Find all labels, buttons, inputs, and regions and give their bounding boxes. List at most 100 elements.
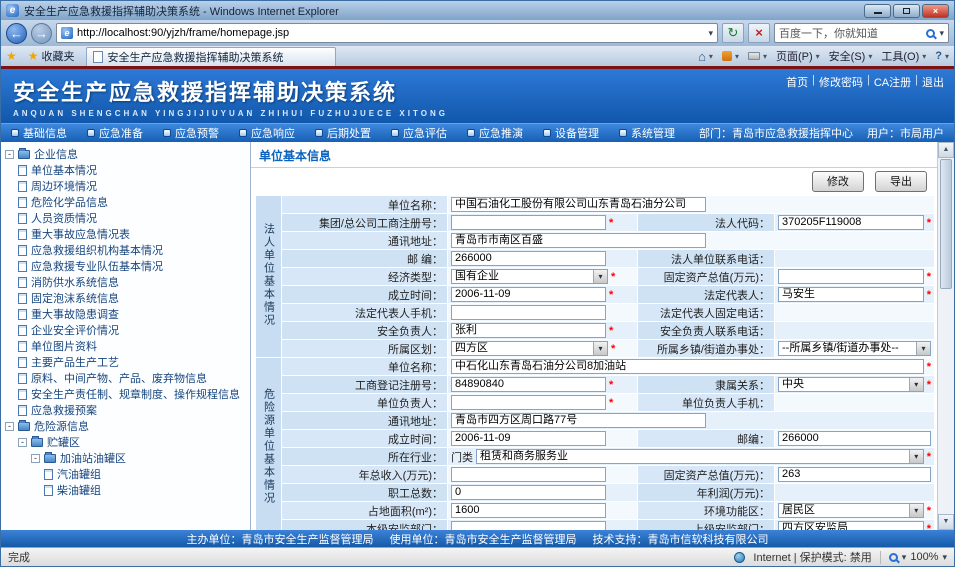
scrollbar-thumb[interactable]: [940, 159, 952, 289]
text-input[interactable]: 370205F119008: [778, 215, 924, 230]
add-favorite-icon[interactable]: ★: [6, 49, 17, 63]
text-input[interactable]: 四方区安监局: [778, 521, 924, 530]
banner-link[interactable]: 退出: [922, 74, 944, 90]
home-button[interactable]: ⌂▾: [698, 49, 713, 64]
command-button[interactable]: 工具(O)▾: [881, 48, 926, 64]
text-input[interactable]: 266000: [451, 251, 606, 266]
text-input[interactable]: 2006-11-09: [451, 431, 606, 446]
text-input[interactable]: 张利: [451, 323, 606, 338]
tree-item[interactable]: -危险源信息: [3, 418, 248, 434]
command-button[interactable]: 安全(S)▾: [829, 48, 873, 64]
dropdown-arrow-icon[interactable]: ▾: [909, 378, 923, 391]
text-input[interactable]: [451, 521, 606, 530]
dropdown-select[interactable]: --所属乡镇/街道办事处--▾: [778, 341, 931, 356]
scroll-up-icon[interactable]: ▲: [938, 142, 954, 158]
nav-item-4[interactable]: 后期处置: [315, 125, 371, 141]
search-icon[interactable]: [926, 29, 935, 38]
tree-item[interactable]: 应急救援组织机构基本情况: [3, 242, 248, 258]
tree-item[interactable]: 周边环境情况: [3, 178, 248, 194]
tree-item[interactable]: 安全生产责任制、规章制度、操作规程信息: [3, 386, 248, 402]
address-dropdown-icon[interactable]: ▾: [708, 28, 713, 39]
banner-link[interactable]: 首页: [786, 74, 808, 90]
help-button[interactable]: ?▾: [935, 50, 949, 62]
tree-item[interactable]: 主要产品生产工艺: [3, 354, 248, 370]
command-button[interactable]: 页面(P)▾: [776, 48, 820, 64]
text-input[interactable]: 中石化山东青岛石油分公司8加油站: [451, 359, 924, 374]
tree-expander-icon[interactable]: -: [5, 422, 14, 431]
text-input[interactable]: [451, 305, 606, 320]
dropdown-select[interactable]: 租赁和商务服务业▾: [476, 449, 924, 464]
text-input[interactable]: 青岛市市南区百盛: [451, 233, 706, 248]
tree-item[interactable]: 消防供水系统信息: [3, 274, 248, 290]
tree-item[interactable]: 危险化学品信息: [3, 194, 248, 210]
text-input[interactable]: [451, 395, 606, 410]
text-input[interactable]: 84890840: [451, 377, 606, 392]
text-input[interactable]: 马安生: [778, 287, 924, 302]
nav-item-8[interactable]: 系统管理: [619, 125, 675, 141]
text-input[interactable]: 2006-11-09: [451, 287, 606, 302]
dropdown-select[interactable]: 居民区▾: [778, 503, 924, 518]
text-input[interactable]: 青岛市四方区周口路77号: [451, 413, 706, 428]
tree-expander-icon[interactable]: -: [5, 150, 14, 159]
search-text[interactable]: 百度一下，你就知道: [779, 25, 922, 41]
tree-item[interactable]: 单位图片资料: [3, 338, 248, 354]
vertical-scrollbar[interactable]: ▲ ▼: [937, 142, 954, 530]
tree-item[interactable]: 汽油罐组: [3, 466, 248, 482]
scrollbar-track[interactable]: [938, 290, 954, 514]
tree-item[interactable]: 单位基本情况: [3, 162, 248, 178]
tree-item[interactable]: 重大事故应急情况表: [3, 226, 248, 242]
forward-button[interactable]: →: [31, 23, 52, 44]
modify-button[interactable]: 修改: [812, 171, 864, 192]
dropdown-arrow-icon[interactable]: ▾: [909, 504, 923, 517]
address-field[interactable]: e http://localhost:90/yjzh/frame/homepag…: [56, 23, 718, 43]
nav-item-3[interactable]: 应急响应: [239, 125, 295, 141]
banner-link[interactable]: 修改密码: [819, 74, 863, 90]
nav-item-5[interactable]: 应急评估: [391, 125, 447, 141]
url-text[interactable]: http://localhost:90/yjzh/frame/homepage.…: [77, 27, 704, 39]
text-input[interactable]: [451, 215, 606, 230]
tree-item[interactable]: 企业安全评价情况: [3, 322, 248, 338]
dropdown-select[interactable]: 中央▾: [778, 377, 924, 392]
tree-item[interactable]: 柴油罐组: [3, 482, 248, 498]
maximize-button[interactable]: [893, 4, 920, 18]
tab-active[interactable]: 安全生产应急救援指挥辅助决策系统: [86, 47, 336, 66]
text-input[interactable]: 0: [451, 485, 606, 500]
text-input[interactable]: [451, 467, 606, 482]
tree-item[interactable]: 固定泡沫系统信息: [3, 290, 248, 306]
tree-item[interactable]: 人员资质情况: [3, 210, 248, 226]
tree-item[interactable]: -企业信息: [3, 146, 248, 162]
dropdown-arrow-icon[interactable]: ▾: [909, 450, 923, 463]
tree-expander-icon[interactable]: -: [31, 454, 40, 463]
text-input[interactable]: 263: [778, 467, 931, 482]
tree-item[interactable]: -贮罐区: [3, 434, 248, 450]
dropdown-select[interactable]: 国有企业▾: [451, 269, 608, 284]
banner-link[interactable]: CA注册: [874, 74, 911, 90]
search-dropdown-icon[interactable]: ▾: [939, 28, 944, 39]
text-input[interactable]: [778, 269, 924, 284]
favorites-button[interactable]: ★ 收藏夹: [21, 48, 82, 65]
tree-item[interactable]: 重大事故隐患调查: [3, 306, 248, 322]
nav-item-2[interactable]: 应急预警: [163, 125, 219, 141]
dropdown-select[interactable]: 四方区▾: [451, 341, 608, 356]
search-input[interactable]: 百度一下，你就知道 ▾: [774, 23, 949, 43]
nav-item-0[interactable]: 基础信息: [11, 125, 67, 141]
dropdown-arrow-icon[interactable]: ▾: [593, 342, 607, 355]
dropdown-arrow-icon[interactable]: ▾: [593, 270, 607, 283]
minimize-button[interactable]: [864, 4, 891, 18]
refresh-button[interactable]: ↻: [722, 23, 744, 43]
tree-item[interactable]: 应急救援专业队伍基本情况: [3, 258, 248, 274]
scroll-down-icon[interactable]: ▼: [938, 514, 954, 530]
text-input[interactable]: 1600: [451, 503, 606, 518]
tree-item[interactable]: -加油站油罐区: [3, 450, 248, 466]
print-button[interactable]: ▾: [748, 52, 767, 61]
back-button[interactable]: ←: [6, 23, 27, 44]
dropdown-arrow-icon[interactable]: ▾: [916, 342, 930, 355]
tree-item[interactable]: 应急救援预案: [3, 402, 248, 418]
feeds-button[interactable]: ▾: [722, 51, 739, 61]
stop-button[interactable]: ×: [748, 23, 770, 43]
export-button[interactable]: 导出: [875, 171, 927, 192]
nav-item-6[interactable]: 应急推演: [467, 125, 523, 141]
tree-item[interactable]: 原料、中间产物、产品、废弃物信息: [3, 370, 248, 386]
text-input[interactable]: 中国石油化工股份有限公司山东青岛石油分公司: [451, 197, 706, 212]
nav-item-1[interactable]: 应急准备: [87, 125, 143, 141]
